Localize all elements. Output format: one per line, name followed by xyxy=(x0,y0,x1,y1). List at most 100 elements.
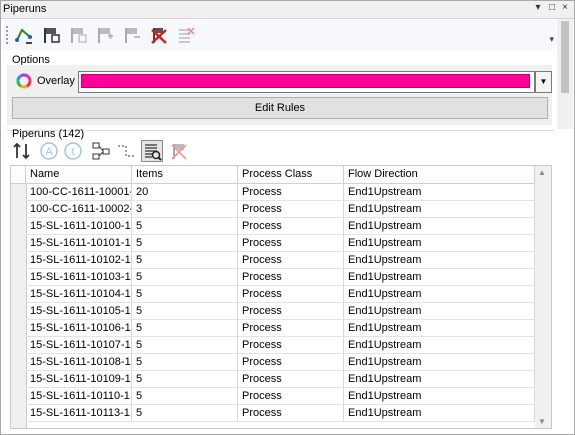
cell-flow-direction[interactable]: End1Upstream xyxy=(344,303,535,320)
cell-flow-direction[interactable]: End1Upstream xyxy=(344,405,535,422)
cell-process-class[interactable]: Process xyxy=(238,405,344,422)
cell-name[interactable]: 15-SL-1611-10103-1... xyxy=(26,269,132,286)
cell-flow-direction[interactable]: End1Upstream xyxy=(344,201,535,218)
window-menu-button[interactable]: ▾ xyxy=(532,2,544,16)
cell-process-class[interactable]: Process xyxy=(238,286,344,303)
cell-flow-direction[interactable]: End1Upstream xyxy=(344,388,535,405)
cell-process-class[interactable]: Process xyxy=(238,269,344,286)
restore-button[interactable]: □ xyxy=(546,2,558,16)
cell-flow-direction[interactable]: End1Upstream xyxy=(344,320,535,337)
table-row[interactable]: 15-SL-1611-10109-1... 5 Process End1Upstrea… xyxy=(11,371,535,388)
cell-name[interactable]: 15-SL-1611-10105-1... xyxy=(26,303,132,320)
clear-filter-button[interactable] xyxy=(168,140,190,162)
delete-button[interactable] xyxy=(148,24,170,46)
cell-items[interactable]: 20 xyxy=(132,184,238,201)
cell-items[interactable]: 3 xyxy=(132,201,238,218)
cell-process-class[interactable]: Process xyxy=(238,184,344,201)
route-path-button[interactable] xyxy=(13,24,35,46)
sort-button[interactable] xyxy=(11,140,33,162)
cell-flow-direction[interactable]: End1Upstream xyxy=(344,371,535,388)
cell-items[interactable]: 5 xyxy=(132,303,238,320)
cell-process-class[interactable]: Process xyxy=(238,303,344,320)
table-row[interactable]: 15-SL-1611-10106-1... 5 Process End1Upstrea… xyxy=(11,320,535,337)
table-row[interactable]: 15-SL-1611-10110-1... 5 Process End1Upstrea… xyxy=(11,388,535,405)
cell-items[interactable]: 5 xyxy=(132,218,238,235)
cell-flow-direction[interactable]: End1Upstream xyxy=(344,269,535,286)
cell-name[interactable]: 15-SL-1611-10109-1... xyxy=(26,371,132,388)
cell-items[interactable]: 5 xyxy=(132,320,238,337)
cell-name[interactable]: 15-SL-1611-10113-1... xyxy=(26,405,132,422)
scroll-up-button[interactable]: ▲ xyxy=(538,168,546,177)
cell-items[interactable]: 5 xyxy=(132,371,238,388)
close-button[interactable]: × xyxy=(559,2,571,16)
cell-name[interactable]: 100-CC-1611-10001-... xyxy=(26,184,132,201)
cell-process-class[interactable]: Process xyxy=(238,320,344,337)
cell-name[interactable]: 15-SL-1611-10104-1... xyxy=(26,286,132,303)
annotate-button[interactable]: A xyxy=(38,140,60,162)
cell-name[interactable]: 15-SL-1611-10110-1... xyxy=(26,388,132,405)
cell-flow-direction[interactable]: End1Upstream xyxy=(344,184,535,201)
cell-name[interactable]: 15-SL-1611-10106-1... xyxy=(26,320,132,337)
cell-process-class[interactable]: Process xyxy=(238,218,344,235)
edit-rules-button[interactable]: Edit Rules xyxy=(12,97,548,119)
cell-flow-direction[interactable]: End1Upstream xyxy=(344,337,535,354)
search-list-button[interactable] xyxy=(141,140,163,162)
column-header-flow-direction[interactable]: Flow Direction xyxy=(344,166,535,183)
cell-flow-direction[interactable]: End1Upstream xyxy=(344,286,535,303)
grid-scrollbar[interactable]: ▲ ▼ xyxy=(535,166,551,428)
cell-process-class[interactable]: Process xyxy=(238,371,344,388)
table-row[interactable]: 15-SL-1611-10105-1... 5 Process End1Upstrea… xyxy=(11,303,535,320)
table-row[interactable]: 15-SL-1611-10101-1... 5 Process End1Upstrea… xyxy=(11,235,535,252)
cell-name[interactable]: 15-SL-1611-10100-1... xyxy=(26,218,132,235)
options-scrollbar[interactable] xyxy=(557,19,573,129)
cell-items[interactable]: 5 xyxy=(132,269,238,286)
clear-list-button[interactable] xyxy=(175,24,197,46)
time-annotate-button[interactable]: t xyxy=(62,140,84,162)
connect-button[interactable] xyxy=(115,140,137,162)
flag-assign-button[interactable] xyxy=(67,24,89,46)
toolbar-overflow-button[interactable]: ▾ xyxy=(549,34,554,45)
flag-remove-button[interactable] xyxy=(121,24,143,46)
column-header-items[interactable]: Items xyxy=(132,166,238,183)
table-row[interactable]: 15-SL-1611-10108-1... 5 Process End1Upstrea… xyxy=(11,354,535,371)
cell-name[interactable]: 100-CC-1611-10002-... xyxy=(26,201,132,218)
overlay-color-dropdown[interactable]: ▼ xyxy=(535,71,552,93)
cell-items[interactable]: 5 xyxy=(132,354,238,371)
cell-items[interactable]: 5 xyxy=(132,388,238,405)
table-row[interactable]: 100-CC-1611-10002-... 3 Process End1Upstrea… xyxy=(11,201,535,218)
cell-items[interactable]: 5 xyxy=(132,252,238,269)
cell-flow-direction[interactable]: End1Upstream xyxy=(344,218,535,235)
overlay-color-picker[interactable] xyxy=(78,71,535,93)
cell-process-class[interactable]: Process xyxy=(238,235,344,252)
column-header-name[interactable]: Name xyxy=(26,166,132,183)
cell-flow-direction[interactable]: End1Upstream xyxy=(344,252,535,269)
table-row[interactable]: 100-CC-1611-10001-... 20 Process End1Upstre… xyxy=(11,184,535,201)
table-row[interactable]: 15-SL-1611-10107-1... 5 Process End1Upstrea… xyxy=(11,337,535,354)
toolbar-grip[interactable] xyxy=(6,26,10,44)
cell-process-class[interactable]: Process xyxy=(238,201,344,218)
cell-items[interactable]: 5 xyxy=(132,286,238,303)
table-row[interactable]: 15-SL-1611-10102-1... 5 Process End1Upstrea… xyxy=(11,252,535,269)
cell-items[interactable]: 5 xyxy=(132,405,238,422)
table-row[interactable]: 15-SL-1611-10113-1... 5 Process End1Upstrea… xyxy=(11,405,535,422)
options-scroll-thumb[interactable] xyxy=(561,21,569,93)
group-button[interactable] xyxy=(90,140,112,162)
cell-name[interactable]: 15-SL-1611-10107-1... xyxy=(26,337,132,354)
flag-select-button[interactable] xyxy=(40,24,62,46)
cell-process-class[interactable]: Process xyxy=(238,337,344,354)
cell-name[interactable]: 15-SL-1611-10101-1... xyxy=(26,235,132,252)
table-row[interactable]: 15-SL-1611-10100-1... 5 Process End1Upstrea… xyxy=(11,218,535,235)
table-row[interactable]: 15-SL-1611-10103-1... 5 Process End1Upstrea… xyxy=(11,269,535,286)
cell-flow-direction[interactable]: End1Upstream xyxy=(344,235,535,252)
cell-items[interactable]: 5 xyxy=(132,337,238,354)
cell-process-class[interactable]: Process xyxy=(238,354,344,371)
cell-name[interactable]: 15-SL-1611-10102-1... xyxy=(26,252,132,269)
cell-items[interactable]: 5 xyxy=(132,235,238,252)
cell-flow-direction[interactable]: End1Upstream xyxy=(344,354,535,371)
cell-process-class[interactable]: Process xyxy=(238,252,344,269)
column-header-process-class[interactable]: Process Class xyxy=(238,166,344,183)
table-row[interactable]: 15-SL-1611-10104-1... 5 Process End1Upstrea… xyxy=(11,286,535,303)
cell-process-class[interactable]: Process xyxy=(238,388,344,405)
cell-name[interactable]: 15-SL-1611-10108-1... xyxy=(26,354,132,371)
scroll-down-button[interactable]: ▼ xyxy=(538,417,546,426)
